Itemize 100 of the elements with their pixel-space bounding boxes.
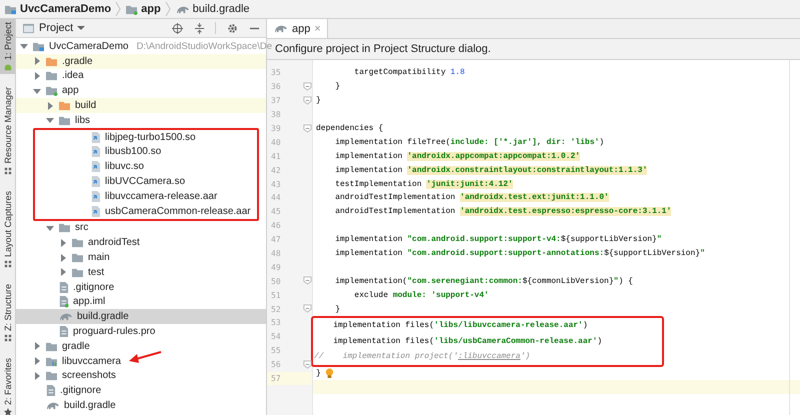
library-file-icon (90, 204, 101, 218)
tree-item[interactable]: test (16, 264, 266, 280)
tree-item[interactable]: libs (16, 112, 266, 128)
code-line: } (334, 304, 340, 314)
library-file-icon (90, 175, 101, 188)
tree-item[interactable]: libuvccamera-release.aar (35, 188, 257, 204)
tree-item[interactable]: proguard-rules.pro (16, 324, 266, 339)
tool-window-tab[interactable]: Resource Manager (0, 84, 15, 178)
folder-icon (71, 266, 84, 278)
tree-item[interactable]: build.gradle (16, 398, 266, 413)
line-number: 57 (270, 374, 281, 384)
code-line: implementation 'androidx.constraintlayout:constraintlayout:1.1.3' (334, 166, 648, 175)
breadcrumb-item[interactable]: build.gradle (174, 3, 250, 15)
tree-label: build (75, 100, 96, 112)
tree-label: libjpeg-turbo1500.so (105, 132, 196, 143)
tree-item[interactable]: src (16, 220, 266, 236)
code-line: implementation files('libs/usbCameraCommon-release.aar') (332, 336, 602, 346)
tree-label: .gitignore (73, 282, 114, 293)
tree-item[interactable]: build (16, 98, 266, 113)
tree-label: screenshots (62, 370, 116, 382)
fold-marker-icon[interactable] (303, 124, 312, 133)
folder-icon (45, 56, 58, 67)
folder-icon (45, 370, 58, 382)
collapse-icon[interactable] (194, 22, 205, 34)
tree-label: proguard-rules.pro (73, 326, 156, 338)
lightbulb-icon[interactable] (324, 368, 334, 379)
annotation-arrow (128, 350, 162, 364)
tree-label: usbCameraCommon-release.aar (105, 206, 251, 217)
library-file-icon (90, 145, 101, 158)
collapsed-arrow-icon[interactable] (46, 102, 54, 110)
star-icon (4, 408, 12, 415)
tree-item[interactable]: libuvc.so (35, 159, 257, 174)
tree-item[interactable]: .gitignore (16, 383, 266, 398)
folder-icon (125, 4, 138, 14)
tree-item[interactable]: screenshots (16, 368, 266, 384)
line-number: 44 (270, 193, 281, 202)
tree-label: .idea (62, 70, 84, 82)
expanded-arrow-icon[interactable] (20, 42, 28, 50)
tree-label: .gitignore (60, 385, 102, 396)
folder-icon (45, 340, 58, 352)
fold-marker-icon[interactable] (303, 304, 312, 314)
tool-window-tab[interactable]: Z: Structure (0, 280, 15, 345)
settings-icon[interactable] (227, 22, 238, 34)
fold-marker-icon[interactable] (303, 276, 312, 286)
folder-icon (58, 100, 71, 112)
locate-icon[interactable] (172, 22, 183, 34)
file-icon (58, 325, 69, 338)
expanded-arrow-icon[interactable] (33, 86, 41, 95)
fold-marker-icon[interactable] (303, 360, 312, 369)
tree-label: libuvc.so (105, 161, 144, 172)
line-number: 42 (270, 166, 281, 175)
breadcrumb-item[interactable]: app (125, 3, 161, 15)
tree-label: libUVCCamera.so (105, 176, 186, 188)
expanded-arrow-icon[interactable] (46, 224, 54, 232)
tool-window-tab[interactable]: Layout Captures (0, 188, 15, 271)
tree-label: androidTest (88, 237, 140, 248)
line-number: 55 (270, 346, 281, 356)
tree-label: libuvccamera-release.aar (105, 190, 218, 202)
module-folder-icon (32, 40, 45, 52)
tree-item[interactable]: gradle (16, 338, 266, 354)
tree-item[interactable]: libuvccamera (16, 354, 266, 369)
fold-marker-icon[interactable] (303, 82, 312, 91)
tree-label: test (88, 266, 104, 278)
code-line: exclude module: 'support-v4' (353, 290, 489, 300)
expanded-arrow-icon[interactable] (46, 116, 54, 124)
tree-label: build.gradle (77, 311, 129, 322)
tree-item[interactable]: libusb100.so (35, 144, 257, 160)
code-line: } (334, 82, 340, 92)
tree-label: gradle (62, 340, 90, 352)
tree-item[interactable]: .gitignore (16, 280, 266, 295)
line-number: 38 (270, 110, 281, 120)
tree-label: main (88, 252, 110, 264)
tree-label: libuvccamera (62, 356, 121, 367)
project-path: D:\AndroidStudioWorkSpace\De (136, 40, 272, 52)
tree-item[interactable]: androidTest (16, 235, 266, 250)
tree-item[interactable]: libUVCCamera.so (35, 174, 257, 189)
breadcrumb-item[interactable]: UvcCameraDemo (4, 3, 112, 15)
tree-item[interactable]: .gradle (16, 54, 266, 69)
tool-window-tab[interactable]: 1: Project (0, 19, 15, 74)
tool-window-tab[interactable]: 2: Favorites (0, 354, 15, 415)
line-number: 45 (270, 207, 281, 216)
tree-item[interactable]: app (16, 83, 266, 98)
grid-icon (4, 260, 12, 268)
tree-item[interactable]: libjpeg-turbo1500.so (35, 130, 257, 145)
tree-item[interactable]: usbCameraCommon-release.aar (35, 204, 257, 219)
editor-tab[interactable]: app × (267, 19, 328, 38)
tree-item[interactable]: build.gradle (16, 309, 266, 324)
tree-item[interactable]: .idea (16, 68, 266, 84)
tree-item[interactable]: main (16, 250, 266, 265)
folder-icon (45, 85, 58, 96)
code-line: implementation("com.serenegiant:common:${commonLibVersion}") { (334, 276, 633, 286)
code-line: // implementation project(':libuvccamera') (314, 352, 530, 362)
file-icon (45, 384, 56, 398)
caret-icon[interactable] (77, 24, 86, 32)
file-icon (58, 280, 69, 294)
view-selector[interactable]: Project (39, 22, 74, 34)
fold-marker-icon[interactable] (303, 96, 312, 105)
code-line: } (316, 96, 321, 106)
tree-item[interactable]: app.iml (16, 294, 266, 310)
line-number: 43 (270, 180, 281, 189)
